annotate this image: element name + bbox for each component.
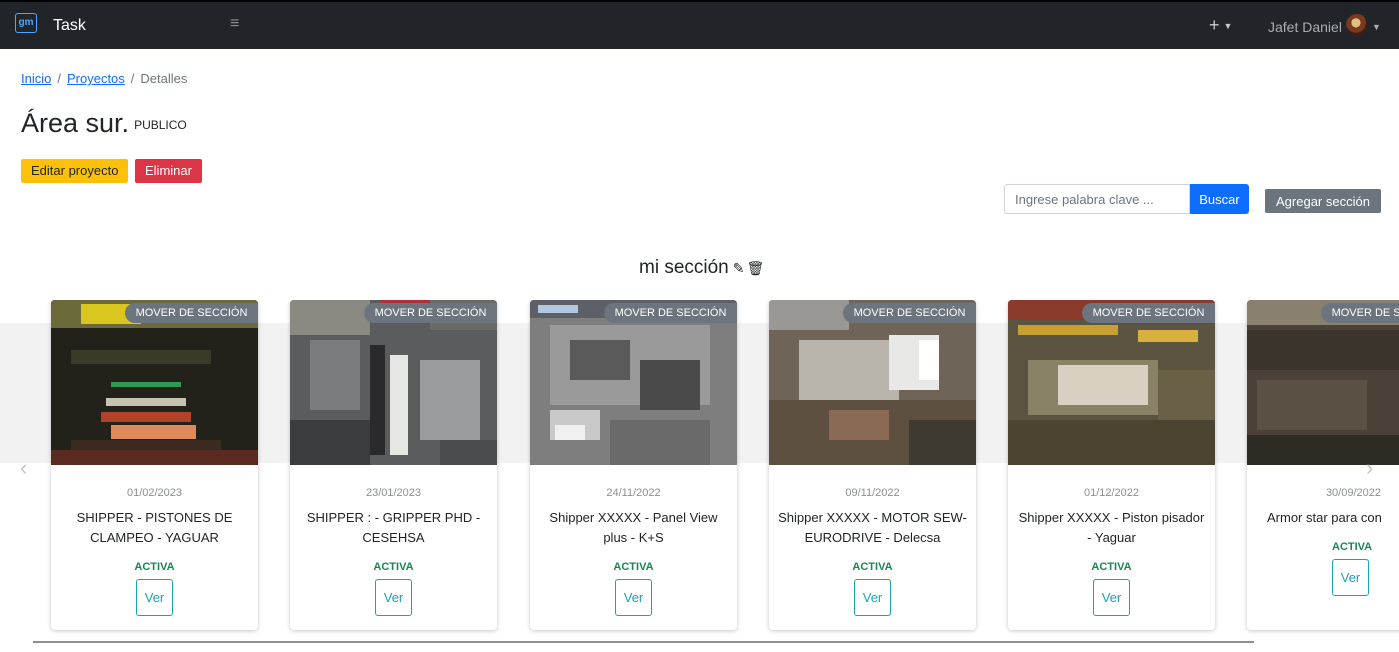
breadcrumb-projects-link[interactable]: Proyectos	[67, 71, 125, 86]
section-name: mi sección	[639, 257, 729, 278]
view-button[interactable]: Ver	[854, 579, 891, 616]
project-card: MOVER DE SECCIÓN 30/09/2022 Armor star p…	[1247, 300, 1399, 630]
breadcrumb-current: Detalles	[140, 71, 188, 86]
move-section-badge[interactable]: MOVER DE SECCIÓN	[364, 303, 497, 323]
move-section-badge[interactable]: MOVER DE SECCIÓN	[1321, 303, 1399, 323]
search-input[interactable]	[1004, 184, 1190, 214]
section-title: mi sección ✎ 🗑	[639, 257, 764, 279]
view-button[interactable]: Ver	[615, 579, 652, 616]
gm-logo-icon[interactable]: gm	[15, 13, 37, 33]
view-button[interactable]: Ver	[1332, 559, 1369, 596]
status-badge: ACTIVA	[852, 561, 893, 573]
trash-icon[interactable]: 🗑	[746, 260, 764, 277]
card-date: 01/12/2022	[1083, 487, 1140, 499]
scrollbar-track[interactable]	[33, 641, 1254, 643]
card-image: MOVER DE SECCIÓN	[530, 300, 737, 465]
card-image: MOVER DE SECCIÓN	[1008, 300, 1215, 465]
brand-name[interactable]: Task	[53, 17, 86, 35]
caret-down-icon: ▼	[1223, 21, 1233, 32]
visibility-label: PUBLICO	[134, 117, 187, 132]
carousel-next-icon[interactable]: ›	[1366, 455, 1373, 481]
user-dropdown[interactable]: Jafet Daniel ▼	[1268, 14, 1381, 36]
project-card: MOVER DE SECCIÓN 23/01/2023 SHIPPER : - …	[290, 300, 497, 630]
breadcrumb-separator: /	[130, 71, 135, 86]
card-image: MOVER DE SECCIÓN	[51, 300, 258, 465]
page-title: Área sur. PUBLICO	[21, 108, 187, 139]
project-card: MOVER DE SECCIÓN 01/12/2022 Shipper XXXX…	[1008, 300, 1215, 630]
status-badge: ACTIVA	[1091, 561, 1132, 573]
card-image: MOVER DE SECCIÓN	[290, 300, 497, 465]
card-title: SHIPPER - PISTONES DE CLAMPEO - YAGUAR	[76, 510, 233, 545]
card-date: 24/11/2022	[606, 487, 661, 499]
carousel-prev-icon[interactable]: ‹	[20, 455, 27, 481]
status-badge: ACTIVA	[373, 561, 414, 573]
plus-icon: +	[1209, 15, 1220, 35]
project-card: MOVER DE SECCIÓN 24/11/2022 Shipper XXXX…	[530, 300, 737, 630]
card-date: 09/11/2022	[845, 487, 900, 499]
project-title: Área sur.	[21, 108, 130, 138]
user-name: Jafet Daniel	[1268, 18, 1342, 35]
card-date: 30/09/2022	[1325, 487, 1381, 499]
card-title: Armor star para con	[1267, 510, 1382, 525]
card-image: MOVER DE SECCIÓN	[1247, 300, 1399, 465]
card-title: SHIPPER : - GRIPPER PHD - CESEHSA	[306, 510, 481, 545]
move-section-badge[interactable]: MOVER DE SECCIÓN	[604, 303, 737, 323]
search-button[interactable]: Buscar	[1190, 184, 1249, 214]
avatar	[1345, 14, 1368, 36]
card-date: 23/01/2023	[365, 487, 422, 499]
edit-project-button[interactable]: Editar proyecto	[21, 159, 129, 183]
add-section-button[interactable]: Agregar sección	[1265, 189, 1381, 213]
card-title: Shipper XXXXX - Panel View plus - K+S	[549, 510, 718, 545]
view-button[interactable]: Ver	[136, 579, 173, 616]
add-new-dropdown[interactable]: + ▼	[1209, 15, 1232, 36]
move-section-badge[interactable]: MOVER DE SECCIÓN	[843, 303, 976, 323]
hamburger-menu-icon[interactable]: ≡	[230, 15, 239, 33]
project-card: MOVER DE SECCIÓN 09/11/2022 Shipper XXXX…	[769, 300, 976, 630]
card-title: Shipper XXXXX - Piston pisador - Yaguar	[1018, 510, 1205, 545]
top-navbar: gm Task ≡ + ▼ Jafet Daniel ▼	[0, 0, 1399, 49]
edit-icon[interactable]: ✎	[733, 260, 745, 277]
status-badge: ACTIVA	[1332, 541, 1373, 553]
move-section-badge[interactable]: MOVER DE SECCIÓN	[125, 303, 258, 323]
card-date: 01/02/2023	[126, 487, 183, 499]
caret-down-icon: ▼	[1371, 21, 1381, 32]
status-badge: ACTIVA	[134, 561, 175, 573]
breadcrumb-separator: /	[57, 71, 61, 86]
view-button[interactable]: Ver	[1093, 579, 1130, 616]
status-badge: ACTIVA	[613, 561, 654, 573]
card-title: Shipper XXXXX - MOTOR SEW-EURODRIVE - De…	[778, 510, 967, 545]
card-carousel: MOVER DE SECCIÓN 01/02/2023 SHIPPER - PI…	[0, 300, 1399, 640]
project-card: MOVER DE SECCIÓN 01/02/2023 SHIPPER - PI…	[51, 300, 258, 630]
move-section-badge[interactable]: MOVER DE SECCIÓN	[1082, 303, 1215, 323]
delete-project-button[interactable]: Eliminar	[135, 159, 202, 183]
breadcrumb: Inicio / Proyectos / Detalles	[21, 71, 187, 86]
breadcrumb-home-link[interactable]: Inicio	[21, 71, 51, 86]
card-image: MOVER DE SECCIÓN	[769, 300, 976, 465]
view-button[interactable]: Ver	[375, 579, 412, 616]
